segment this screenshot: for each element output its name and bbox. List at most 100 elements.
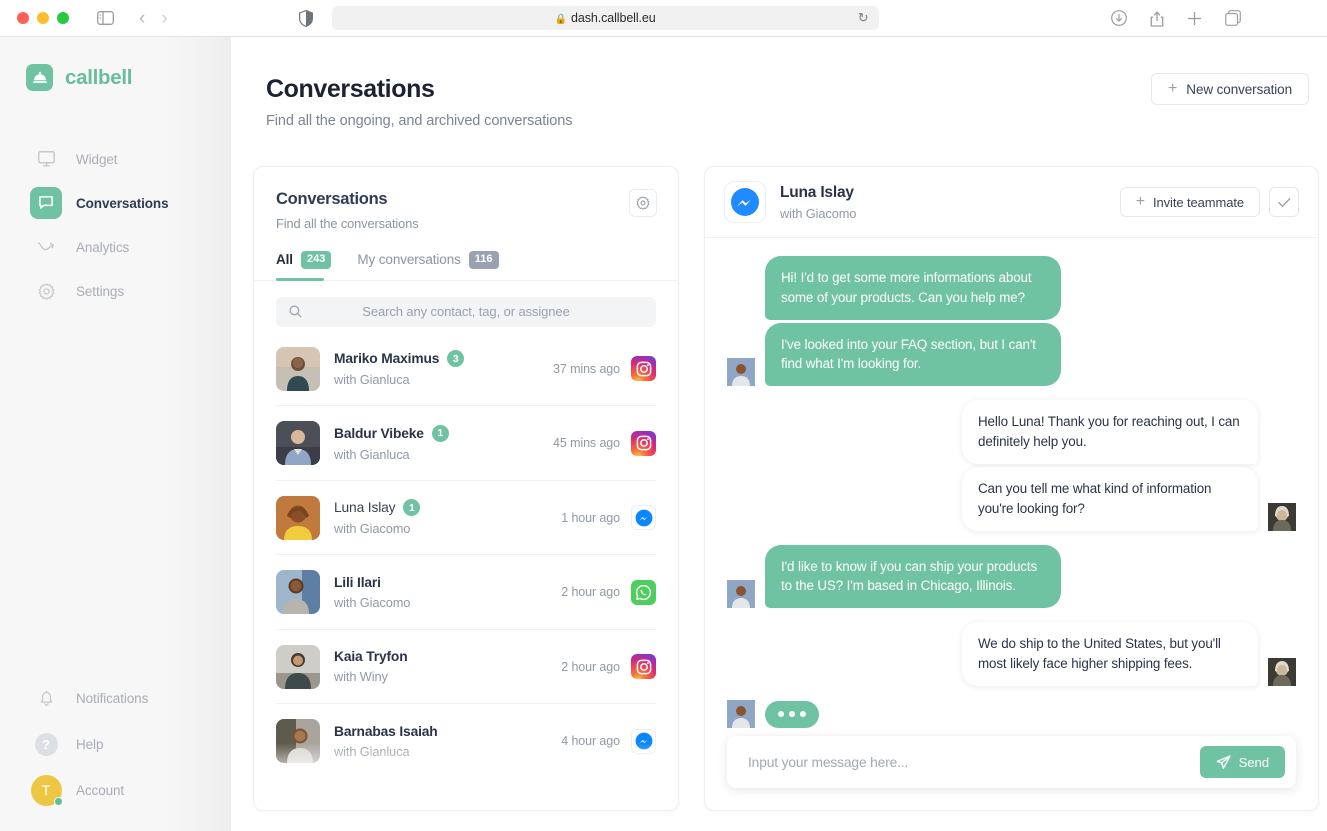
search-area [254, 281, 678, 327]
tab-label: My conversations [357, 252, 461, 268]
conversation-list[interactable]: Mariko Maximus 3 with Gianluca 37 mins a… [254, 332, 678, 797]
plus-icon: + [1135, 193, 1145, 210]
message-composer[interactable]: Send [727, 736, 1296, 788]
contact-name: Luna Islay [334, 500, 396, 515]
assignee-label: with Gianluca [334, 446, 410, 462]
chat-contact-name: Luna Islay [780, 183, 854, 201]
resolve-conversation-button[interactable] [1269, 187, 1299, 217]
bubble-stack: Hello Luna! Thank you for reaching out, … [962, 400, 1258, 531]
new-conversation-label: New conversation [1186, 81, 1292, 97]
window-traffic-lights[interactable] [17, 12, 69, 24]
tab-count-badge: 116 [468, 251, 499, 269]
unread-badge: 3 [447, 350, 465, 367]
conversations-panel: Conversations Find all the conversations… [253, 166, 679, 811]
assignee-label: with Giacomo [334, 521, 411, 536]
instagram-icon [631, 654, 656, 679]
contact-name: Mariko Maximus [334, 351, 440, 366]
brand-logo[interactable]: callbell [26, 64, 231, 91]
chat-panel: Luna Islay with Giacomo + Invite teammat… [704, 166, 1319, 811]
tab-overview-icon[interactable] [1224, 10, 1241, 26]
close-window-button[interactable] [17, 12, 29, 24]
bell-icon [30, 682, 62, 714]
share-icon[interactable] [1150, 10, 1164, 27]
address-bar[interactable]: 🔒 dash.callbell.eu ↻ [331, 6, 879, 30]
contact-avatar [276, 570, 320, 614]
search-input[interactable] [302, 304, 656, 320]
assignee-label: with Gianluca [334, 743, 410, 759]
back-chevron-icon[interactable]: ‹ [139, 9, 145, 28]
contact-avatar [276, 644, 320, 689]
sidebar-nav: Widget Conversations Analytics Settings [0, 142, 231, 308]
tab-all[interactable]: All 243 [276, 251, 332, 280]
message-input[interactable] [748, 754, 1200, 770]
message-bubble: Hello Luna! Thank you for reaching out, … [962, 400, 1258, 464]
conversation-row-kaia-tryfon[interactable]: Kaia Tryfon with Winy 2 hour ago [276, 630, 656, 705]
app-root: callbell Widget Conversations Analytics [0, 37, 1327, 831]
conversation-row-main: Barnabas Isaiah with Gianluca [334, 724, 561, 759]
sidebar-item-widget[interactable]: Widget [0, 142, 231, 176]
message-bubble: Can you tell me what kind of information… [962, 466, 1258, 531]
maximize-window-button[interactable] [57, 12, 69, 24]
gear-icon [30, 275, 62, 307]
sidebar-toggle-icon[interactable] [97, 11, 114, 25]
last-message-time: 2 hour ago [561, 585, 620, 599]
privacy-shield-icon[interactable] [298, 9, 313, 27]
sidebar-item-help[interactable]: ? Help [0, 727, 231, 761]
brand-name: callbell [65, 65, 133, 89]
message-group-incoming: I'd like to know if you can ship your pr… [727, 544, 1296, 609]
conversations-panel-header: Conversations Find all the conversations [254, 167, 678, 231]
conversation-row-mariko-maximus[interactable]: Mariko Maximus 3 with Gianluca 37 mins a… [276, 332, 656, 407]
messenger-icon [724, 181, 766, 223]
sidebar-item-conversations[interactable]: Conversations [0, 186, 231, 220]
reload-icon[interactable]: ↻ [858, 10, 869, 26]
invite-teammate-button[interactable]: + Invite teammate [1119, 187, 1260, 217]
forward-chevron-icon[interactable]: › [161, 9, 167, 28]
send-label: Send [1238, 754, 1270, 770]
message-group-typing [727, 699, 1296, 728]
trend-arrow-icon [30, 231, 62, 263]
sidebar-item-label: Notifications [76, 690, 149, 706]
service-bell-icon [26, 64, 53, 91]
conversation-row-luna-islay[interactable]: Luna Islay 1 with Giacomo 1 hour ago [276, 481, 656, 556]
conversation-row-main: Mariko Maximus 3 with Gianluca [334, 350, 553, 387]
download-icon[interactable] [1110, 10, 1127, 26]
conversation-row-main: Baldur Vibeke 1 with Gianluca [334, 424, 553, 462]
url-text: 🔒 dash.callbell.eu [554, 11, 656, 25]
chat-header: Luna Islay with Giacomo + Invite teammat… [705, 167, 1318, 238]
sidebar-item-analytics[interactable]: Analytics [0, 230, 231, 264]
conversation-row-barnabas-isaiah[interactable]: Barnabas Isaiah with Gianluca 4 hour ago [276, 704, 656, 779]
last-message-time: 45 mins ago [553, 436, 620, 450]
message-bubble: I've looked into your FAQ section, but I… [765, 322, 1061, 387]
search-box[interactable] [276, 296, 656, 327]
chat-header-actions: + Invite teammate [1119, 187, 1299, 217]
conversation-row-lili-ilari[interactable]: Lili Ilari with Giacomo 2 hour ago [276, 555, 656, 630]
sidebar-item-account[interactable]: T Account [0, 773, 231, 807]
whatsapp-icon [631, 579, 656, 605]
message-thread[interactable]: Hi! I'd to get some more informations ab… [705, 238, 1318, 736]
conversation-row-baldur-vibeke[interactable]: Baldur Vibeke 1 with Gianluca 45 mins ag… [276, 406, 656, 481]
sidebar-item-settings[interactable]: Settings [0, 274, 231, 308]
plus-icon[interactable] [1187, 11, 1202, 26]
contact-name: Barnabas Isaiah [334, 723, 438, 739]
bubble-stack [765, 700, 819, 728]
paper-plane-icon [1216, 754, 1231, 770]
check-icon [1277, 197, 1291, 208]
conversations-settings-button[interactable] [629, 189, 657, 217]
message-group-outgoing: Hello Luna! Thank you for reaching out, … [727, 400, 1296, 531]
conversations-panel-title: Conversations [276, 190, 388, 208]
messenger-icon [631, 728, 656, 754]
conversation-tabs: All 243 My conversations 116 [254, 251, 678, 281]
panels-container: Conversations Find all the conversations… [253, 166, 1319, 811]
tab-my-conversations[interactable]: My conversations 116 [357, 251, 499, 280]
send-button[interactable]: Send [1199, 746, 1285, 778]
minimize-window-button[interactable] [37, 12, 49, 24]
message-bubble: I'd like to know if you can ship your pr… [765, 544, 1061, 609]
message-avatar [1268, 502, 1296, 531]
sidebar-item-label: Analytics [76, 239, 130, 255]
contact-avatar [276, 719, 320, 763]
sidebar-item-notifications[interactable]: Notifications [0, 681, 231, 715]
message-avatar [1268, 657, 1296, 686]
new-conversation-button[interactable]: + New conversation [1151, 73, 1309, 105]
conversations-panel-subtitle: Find all the conversations [276, 216, 419, 231]
left-sidebar: callbell Widget Conversations Analytics [0, 37, 231, 831]
